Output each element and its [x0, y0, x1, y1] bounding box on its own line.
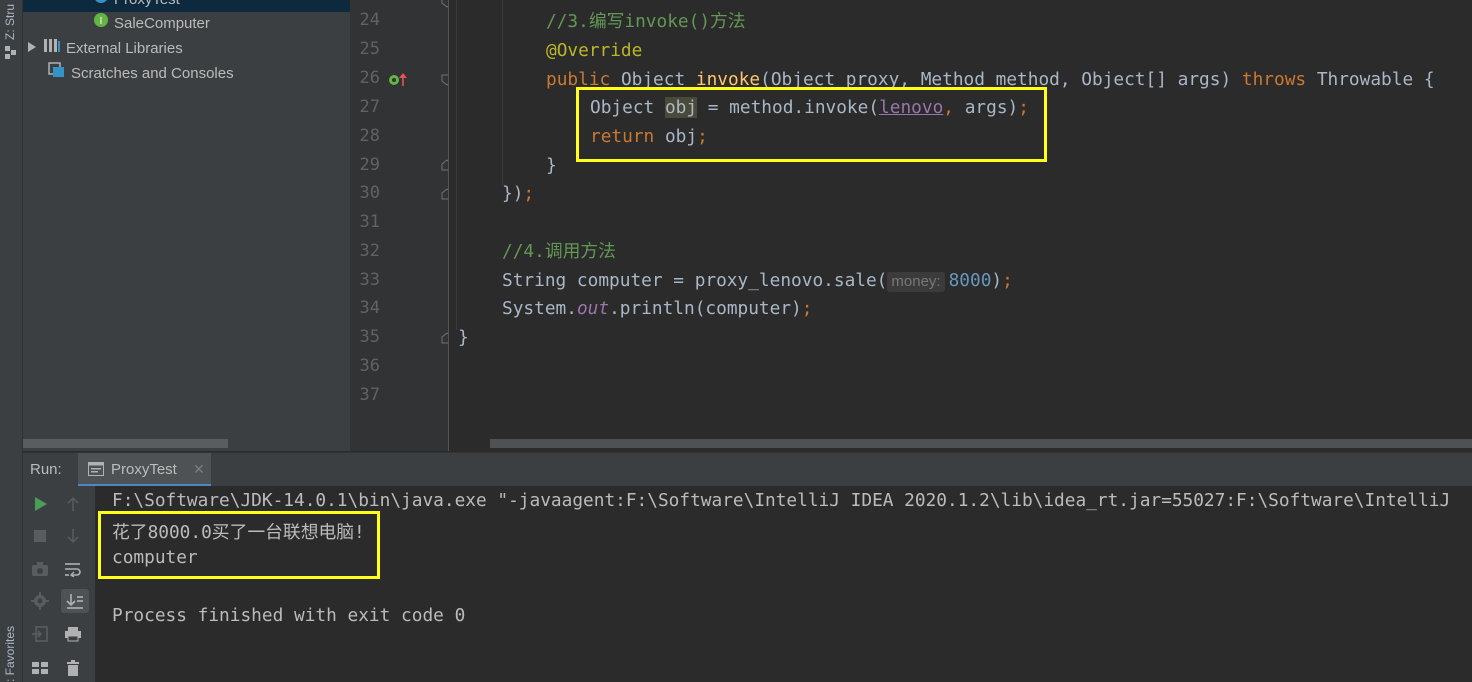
code-line-35: }	[458, 327, 469, 348]
interface-icon: I	[93, 12, 109, 36]
line-number: 25	[359, 39, 380, 59]
arrow-up-icon	[67, 496, 79, 511]
line-number: 34	[359, 298, 380, 318]
scroll-to-end-icon	[66, 594, 83, 609]
clear-all-button[interactable]	[61, 656, 85, 680]
line-number: 36	[359, 356, 380, 376]
layout-icon	[32, 662, 48, 674]
line-number: 27	[359, 97, 380, 117]
tab-proxytest[interactable]: ProxyTest ✕	[78, 453, 211, 487]
line-number: 32	[359, 241, 380, 261]
gear-icon	[31, 592, 49, 610]
code-line-29: }	[546, 155, 557, 176]
line-number: 31	[359, 212, 380, 232]
code-line-24: //3.编写invoke()方法	[546, 11, 746, 32]
favorites-side-tab[interactable]: : Favorites	[3, 626, 17, 682]
left-tool-strip: Z: Stru : Favorites	[0, 0, 23, 682]
arrow-down-icon	[67, 529, 79, 544]
tree-item-label: ProxyTest	[114, 0, 180, 8]
expand-arrow-icon[interactable]	[26, 37, 38, 61]
structure-icon	[5, 46, 16, 59]
indent-guide	[456, 0, 457, 330]
indent-guide	[502, 0, 503, 185]
line-number: 35	[359, 327, 380, 347]
implements-method-icon[interactable]	[388, 72, 408, 88]
highlight-box-console	[98, 511, 380, 579]
stop-button[interactable]	[28, 524, 52, 548]
line-number: 26	[359, 68, 380, 88]
rerun-button[interactable]	[28, 492, 52, 516]
tree-item-external-libraries[interactable]: External Libraries	[26, 37, 183, 61]
play-icon	[35, 497, 47, 511]
layout-button[interactable]	[28, 656, 52, 680]
close-icon[interactable]: ✕	[193, 461, 205, 478]
scroll-up-button[interactable]	[61, 492, 85, 516]
scroll-down-button[interactable]	[61, 524, 85, 548]
dump-threads-button[interactable]	[28, 557, 52, 581]
scratches-icon	[48, 62, 66, 86]
print-icon	[65, 627, 81, 642]
scroll-to-end-button[interactable]	[61, 589, 89, 613]
print-button[interactable]	[61, 622, 85, 646]
project-tree-panel: C ProxyTest I SaleComputer External Libr…	[23, 0, 350, 451]
soft-wrap-button[interactable]	[61, 557, 85, 581]
line-number: 28	[359, 126, 380, 146]
tab-label: ProxyTest	[111, 461, 177, 478]
svg-text:I: I	[100, 16, 103, 27]
code-line-34: System.out.println(computer);	[502, 298, 813, 319]
parameter-hint: money:	[887, 272, 945, 292]
stop-icon	[34, 530, 46, 542]
line-number: 24	[359, 10, 380, 30]
settings-button[interactable]	[28, 589, 52, 613]
highlight-box-code	[576, 87, 1047, 162]
line-number: 30	[359, 183, 380, 203]
trash-icon	[67, 660, 79, 676]
line-number: 37	[359, 385, 380, 405]
code-editor[interactable]: //3.编写invoke()方法 @Override public Object…	[449, 0, 1472, 451]
editor-gutter: 24 25 26 27 28 29 30 31 32 33 34 35 36 3…	[350, 0, 453, 451]
line-number: 29	[359, 155, 380, 175]
structure-side-tab[interactable]: Z: Stru	[3, 4, 17, 40]
code-line-33: String computer = proxy_lenovo.sale(mone…	[502, 270, 1013, 292]
soft-wrap-icon	[65, 563, 81, 577]
library-icon	[43, 37, 61, 61]
exit-icon	[32, 626, 48, 642]
tree-item-label: External Libraries	[66, 40, 183, 57]
run-label: Run:	[30, 461, 62, 478]
tree-item-proxytest[interactable]: C ProxyTest	[23, 0, 350, 12]
camera-icon	[32, 562, 48, 576]
tree-item-salecomputer[interactable]: I SaleComputer	[93, 12, 210, 36]
tree-item-label: SaleComputer	[114, 15, 210, 32]
code-line-32: //4.调用方法	[502, 241, 616, 262]
console-tab-icon	[88, 462, 104, 476]
run-panel-header: Run: ProxyTest ✕	[23, 452, 1472, 487]
console-line-exit: Process finished with exit code 0	[112, 605, 466, 626]
code-line-25: @Override	[546, 40, 643, 61]
code-line-30: });	[502, 183, 535, 204]
exit-button[interactable]	[28, 622, 52, 646]
line-number: 33	[359, 270, 380, 290]
project-horizontal-scrollbar[interactable]	[23, 439, 228, 448]
class-icon: C	[93, 0, 109, 12]
editor-horizontal-scrollbar[interactable]	[490, 439, 1472, 448]
console-line-command: F:\Software\JDK-14.0.1\bin\java.exe "-ja…	[112, 490, 1451, 511]
run-toolbar	[23, 486, 95, 682]
svg-text:C: C	[98, 0, 105, 3]
tree-item-scratches[interactable]: Scratches and Consoles	[48, 62, 234, 86]
tree-item-label: Scratches and Consoles	[71, 65, 234, 82]
